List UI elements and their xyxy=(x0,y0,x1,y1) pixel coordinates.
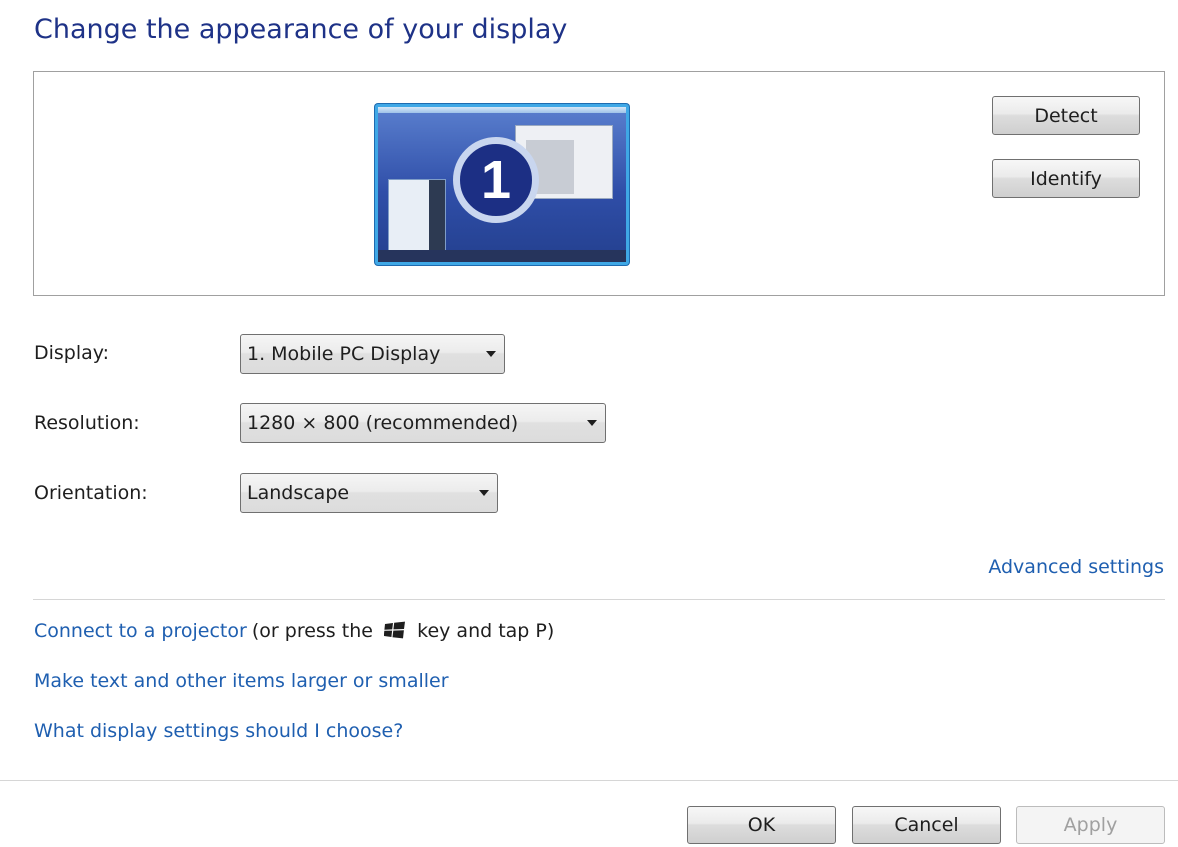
text-size-link[interactable]: Make text and other items larger or smal… xyxy=(34,670,449,692)
monitor-top-bar xyxy=(378,107,626,113)
connect-projector-link[interactable]: Connect to a projector xyxy=(34,620,247,642)
connect-projector-hint-start: (or press the xyxy=(251,620,373,642)
display-help-link[interactable]: What display settings should I choose? xyxy=(34,720,403,742)
chevron-down-icon xyxy=(486,351,496,357)
monitor-window-left xyxy=(388,179,446,251)
windows-logo-icon xyxy=(384,621,406,639)
ok-button[interactable]: OK xyxy=(687,806,836,844)
monitor-taskbar xyxy=(378,250,626,262)
connect-projector-hint-end: key and tap P) xyxy=(417,620,555,642)
chevron-down-icon xyxy=(479,490,489,496)
display-label: Display: xyxy=(34,342,110,364)
resolution-label: Resolution: xyxy=(34,412,140,434)
orientation-select[interactable]: Landscape xyxy=(240,473,498,513)
display-select-value: 1. Mobile PC Display xyxy=(247,343,441,365)
cancel-button[interactable]: Cancel xyxy=(852,806,1001,844)
orientation-select-value: Landscape xyxy=(247,482,350,504)
apply-button[interactable]: Apply xyxy=(1016,806,1165,844)
advanced-settings-link[interactable]: Advanced settings xyxy=(988,556,1164,578)
resolution-select[interactable]: 1280 × 800 (recommended) xyxy=(240,403,606,443)
connect-projector-row: Connect to a projector (or press the key… xyxy=(34,620,554,642)
monitor-number-badge: 1 xyxy=(453,137,539,223)
footer-divider xyxy=(0,780,1178,781)
page-title: Change the appearance of your display xyxy=(34,14,568,45)
identify-button[interactable]: Identify xyxy=(992,159,1140,198)
section-divider xyxy=(33,599,1165,600)
display-select[interactable]: 1. Mobile PC Display xyxy=(240,334,505,374)
chevron-down-icon xyxy=(587,420,597,426)
detect-button[interactable]: Detect xyxy=(992,96,1140,135)
resolution-select-value: 1280 × 800 (recommended) xyxy=(247,412,519,434)
monitor-1-thumbnail[interactable]: 1 xyxy=(375,104,629,265)
orientation-label: Orientation: xyxy=(34,482,148,504)
